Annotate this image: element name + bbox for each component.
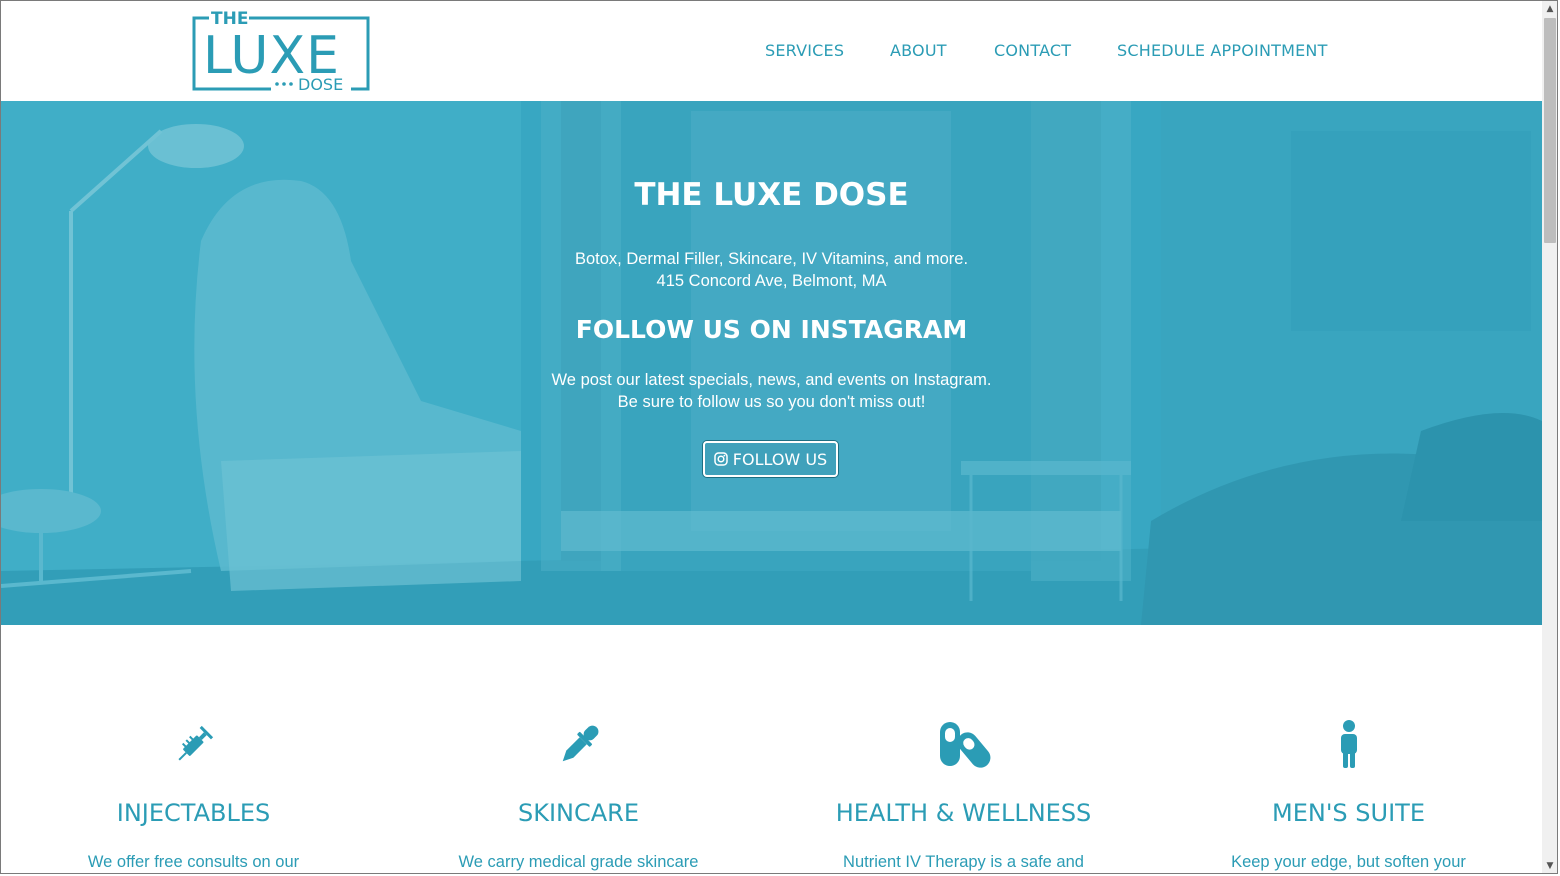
instagram-icon [714, 452, 728, 466]
service-title: INJECTABLES [116, 799, 271, 827]
site-header: THE LUXE DOSE SERVICES ABOUT CONTACT SCH… [1, 1, 1542, 101]
pills-icon [939, 722, 990, 768]
service-title: MEN'S SUITE [1272, 799, 1425, 827]
instagram-text-line2: Be sure to follow us so you don't miss o… [617, 393, 926, 411]
scroll-down-arrow-icon[interactable]: ▼ [1542, 858, 1558, 874]
person-icon [1340, 720, 1357, 768]
hero-content: THE LUXE DOSE Botox, Dermal Filler, Skin… [1, 101, 1542, 625]
hero-address: 415 Concord Ave, Belmont, MA [656, 272, 887, 290]
hero-tagline: Botox, Dermal Filler, Skincare, IV Vitam… [574, 250, 969, 268]
logo-text-bottom: DOSE [298, 75, 343, 91]
services-section: INJECTABLES We offer free consults on ou… [1, 625, 1542, 875]
nav-services[interactable]: SERVICES [765, 41, 844, 60]
hero-section: THE LUXE DOSE Botox, Dermal Filler, Skin… [1, 101, 1542, 625]
hero-title: THE LUXE DOSE [634, 177, 909, 213]
page-scrollbar[interactable]: ▲ ▼ [1542, 1, 1558, 874]
main-nav: SERVICES ABOUT CONTACT SCHEDULE APPOINTM… [1, 41, 1542, 63]
service-title: HEALTH & WELLNESS [835, 799, 1092, 827]
service-description: Nutrient IV Therapy is a safe and [843, 853, 1084, 871]
service-description: We carry medical grade skincare [458, 853, 699, 871]
scrollbar-thumb[interactable] [1544, 18, 1556, 243]
nav-contact[interactable]: CONTACT [994, 41, 1071, 60]
follow-us-label: FOLLOW US [732, 449, 828, 469]
follow-us-button[interactable]: FOLLOW US [703, 441, 838, 477]
syringe-icon [177, 725, 213, 761]
instagram-text-line1: We post our latest specials, news, and e… [551, 371, 992, 389]
nav-schedule-appointment[interactable]: SCHEDULE APPOINTMENT [1117, 41, 1328, 60]
scroll-up-arrow-icon[interactable]: ▲ [1542, 1, 1558, 17]
service-title: SKINCARE [517, 799, 640, 827]
service-description: Keep your edge, but soften your [1231, 853, 1466, 871]
instagram-heading: FOLLOW US ON INSTAGRAM [575, 315, 968, 344]
eyedropper-icon [562, 725, 598, 762]
nav-about[interactable]: ABOUT [890, 41, 947, 60]
service-description: We offer free consults on our [87, 853, 300, 871]
